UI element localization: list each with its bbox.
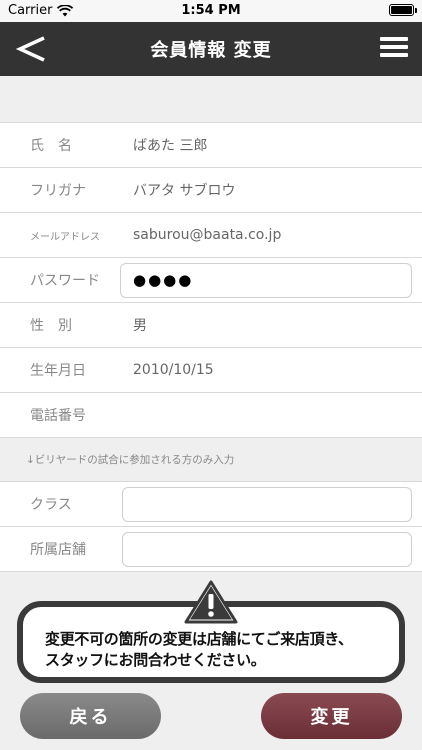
class-row: クラス: [0, 482, 422, 527]
carrier-label: Carrier: [8, 3, 53, 18]
class-label: クラス: [30, 497, 72, 513]
wifi-icon: [57, 4, 74, 16]
password-label: パスワード: [30, 273, 100, 289]
menu-button[interactable]: [380, 34, 412, 64]
class-field[interactable]: [122, 486, 412, 522]
kana-label: フリガナ: [30, 183, 86, 199]
birthday-value: 2010/10/15: [133, 362, 214, 378]
change-button[interactable]: 変更: [261, 693, 402, 739]
store-label: 所属店舗: [30, 542, 86, 558]
page-title: 会員情報 変更: [150, 40, 272, 61]
phone-row: 電話番号: [0, 393, 422, 438]
warning-line-1: 変更不可の箇所の変更は店舗にてご来店頂き、: [45, 630, 353, 648]
profile-form: 氏 名 ばあた 三郎 フリガナ バアタ サブロウ メールアドレス saburou…: [0, 122, 422, 438]
warning-icon: [184, 580, 238, 624]
kana-row: フリガナ バアタ サブロウ: [0, 168, 422, 213]
battery-icon: [389, 4, 417, 16]
back-arrow-icon: [15, 36, 45, 62]
billiards-note: ↓ビリヤードの試合に参加される方のみ入力: [26, 454, 235, 466]
gender-value: 男: [133, 318, 147, 334]
kana-value: バアタ サブロウ: [133, 183, 236, 199]
status-left: Carrier: [8, 3, 74, 18]
phone-label: 電話番号: [30, 408, 86, 424]
name-row: 氏 名 ばあた 三郎: [0, 123, 422, 168]
email-label: メールアドレス: [30, 231, 100, 243]
store-row: 所属店舗: [0, 527, 422, 572]
hamburger-icon: [380, 37, 408, 41]
billiards-form: クラス 所属店舗: [0, 481, 422, 572]
birthday-row: 生年月日 2010/10/15: [0, 348, 422, 393]
gender-row: 性 別 男: [0, 303, 422, 348]
name-label: 氏 名: [30, 138, 72, 154]
name-value: ばあた 三郎: [133, 138, 208, 154]
birthday-label: 生年月日: [30, 363, 86, 379]
nav-bar: 会員情報 変更: [0, 22, 422, 76]
email-row: メールアドレス saburou@baata.co.jp: [0, 213, 422, 258]
warning-line-2: スタッフにお問合わせください。: [45, 651, 266, 669]
back-button[interactable]: 戻る: [20, 693, 161, 739]
hamburger-icon-line: [380, 53, 408, 57]
warning-text: 変更不可の箇所の変更は店舗にてご来店頂き、 スタッフにお問合わせください。: [45, 629, 353, 671]
store-field[interactable]: [122, 531, 412, 567]
status-bar: Carrier 1:54 PM: [0, 0, 422, 22]
back-arrow-button[interactable]: [12, 30, 52, 68]
password-row: パスワード ●●●●: [0, 258, 422, 303]
gender-label: 性 別: [30, 318, 72, 334]
hamburger-icon-line: [380, 45, 408, 49]
email-value: saburou@baata.co.jp: [133, 227, 282, 243]
password-field[interactable]: ●●●●: [120, 262, 412, 298]
